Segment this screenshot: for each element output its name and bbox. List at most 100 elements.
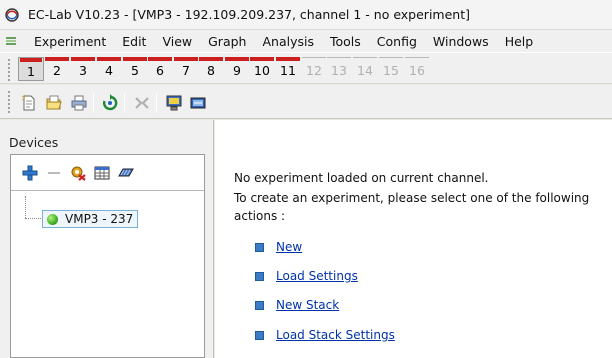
- menu-tools[interactable]: Tools: [322, 34, 369, 49]
- channel-number: 4: [105, 63, 113, 78]
- channel-indicator: [45, 57, 69, 61]
- channel-button-11[interactable]: 11: [275, 57, 301, 81]
- channel-number: 11: [280, 63, 296, 78]
- new-link[interactable]: New: [276, 240, 302, 254]
- toolbar-grip[interactable]: [8, 59, 12, 81]
- device-node-vmp3[interactable]: VMP3 - 237: [42, 210, 139, 228]
- bullet-icon: [255, 301, 264, 310]
- menu-help[interactable]: Help: [497, 34, 542, 49]
- load-settings-link[interactable]: Load Settings: [276, 269, 358, 283]
- devices-panel: Devices VMP3 - 237: [0, 120, 214, 358]
- device-node-label: VMP3 - 237: [65, 212, 134, 226]
- open-folder-icon[interactable]: [45, 94, 63, 112]
- experiment-panel: No experiment loaded on current channel.…: [215, 120, 612, 358]
- new-file-icon[interactable]: [20, 94, 38, 112]
- channel-number: 6: [156, 63, 164, 78]
- channel-indicator: [148, 57, 172, 61]
- channel-number: 8: [207, 63, 215, 78]
- computer-icon[interactable]: [165, 94, 183, 112]
- new-stack-link[interactable]: New Stack: [276, 298, 339, 312]
- tree-line: [25, 196, 26, 218]
- channel-number: 2: [53, 63, 61, 78]
- channel-number: 16: [409, 63, 425, 78]
- add-icon[interactable]: [21, 164, 39, 182]
- menu-bar: Experiment Edit View Graph Analysis Tool…: [0, 30, 612, 52]
- channel-button-1[interactable]: 1: [18, 57, 44, 81]
- menu-analysis[interactable]: Analysis: [254, 34, 322, 49]
- channel-indicator: [199, 57, 223, 61]
- channel-button-2[interactable]: 2: [44, 57, 70, 81]
- menu-view[interactable]: View: [154, 34, 200, 49]
- channel-number: 14: [357, 63, 373, 78]
- remove-icon[interactable]: [45, 164, 63, 182]
- menu-experiment[interactable]: Experiment: [26, 34, 114, 49]
- channel-bar: 1 2 3 4 5 6 7 8 9 10 11 12 13 14 15 16: [0, 52, 612, 84]
- channel-button-6[interactable]: 6: [147, 57, 173, 81]
- channel-button-14[interactable]: 14: [352, 57, 378, 81]
- channel-indicator: [20, 58, 42, 62]
- channel-button-16[interactable]: 16: [404, 57, 430, 81]
- channel-button-10[interactable]: 10: [249, 57, 275, 81]
- channel-number: 10: [254, 63, 270, 78]
- print-icon[interactable]: [70, 94, 88, 112]
- channel-number: 3: [79, 63, 87, 78]
- channel-button-9[interactable]: 9: [224, 57, 250, 81]
- toolbar-separator: [124, 93, 125, 113]
- bullet-icon: [255, 243, 264, 252]
- channel-indicator: [97, 57, 121, 61]
- channel-number: 13: [331, 63, 347, 78]
- title-bar: EC-Lab V10.23 - [VMP3 - 192.109.209.237,…: [0, 0, 612, 30]
- channel-number: 15: [383, 63, 399, 78]
- channel-indicator: [276, 57, 300, 61]
- channel-number: 12: [306, 63, 322, 78]
- channel-button-8[interactable]: 8: [198, 57, 224, 81]
- table-icon[interactable]: [93, 164, 111, 182]
- channel-indicator: [379, 57, 403, 61]
- main-toolbar: [0, 85, 612, 119]
- menu-app-icon: [6, 37, 16, 45]
- menu-edit[interactable]: Edit: [114, 34, 154, 49]
- connect-icon[interactable]: [117, 164, 135, 182]
- channel-button-5[interactable]: 5: [122, 57, 148, 81]
- bullet-icon: [255, 272, 264, 281]
- channel-number: 7: [182, 63, 190, 78]
- window-title: EC-Lab V10.23 - [VMP3 - 192.109.209.237,…: [28, 7, 470, 22]
- app-icon: [5, 7, 19, 22]
- channel-button-7[interactable]: 7: [173, 57, 199, 81]
- channel-indicator: [250, 57, 274, 61]
- channel-number: 1: [27, 64, 35, 79]
- instruction-message: To create an experiment, please select o…: [234, 191, 590, 205]
- bullet-icon: [255, 331, 264, 340]
- menu-graph[interactable]: Graph: [200, 34, 254, 49]
- disconnect-icon[interactable]: [133, 94, 151, 112]
- channel-number: 9: [233, 63, 241, 78]
- channel-indicator: [123, 57, 147, 61]
- load-stack-settings-link[interactable]: Load Stack Settings: [276, 328, 395, 342]
- channel-button-15[interactable]: 15: [378, 57, 404, 81]
- devices-box: VMP3 - 237: [10, 154, 205, 358]
- channel-button-3[interactable]: 3: [70, 57, 96, 81]
- toolbar-separator: [156, 93, 157, 113]
- devices-toolbar: [11, 155, 204, 191]
- channel-indicator: [405, 57, 429, 61]
- channel-indicator: [174, 57, 198, 61]
- no-experiment-message: No experiment loaded on current channel.: [234, 171, 489, 185]
- channel-indicator: [353, 57, 377, 61]
- channel-indicator: [71, 57, 95, 61]
- tree-line: [25, 218, 43, 219]
- toolbar-grip[interactable]: [8, 91, 12, 113]
- monitor-icon[interactable]: [189, 94, 207, 112]
- refresh-icon[interactable]: [101, 94, 119, 112]
- channel-button-13[interactable]: 13: [326, 57, 352, 81]
- channel-button-4[interactable]: 4: [96, 57, 122, 81]
- channel-button-12[interactable]: 12: [301, 57, 327, 81]
- channel-number: 5: [131, 63, 139, 78]
- menu-windows[interactable]: Windows: [425, 34, 497, 49]
- device-tree: VMP3 - 237: [11, 192, 204, 357]
- device-status-icon: [47, 214, 58, 225]
- channel-indicator: [302, 57, 326, 61]
- devices-label: Devices: [9, 135, 59, 150]
- settings-icon[interactable]: [69, 164, 87, 182]
- menu-config[interactable]: Config: [369, 34, 425, 49]
- channel-indicator: [327, 57, 351, 61]
